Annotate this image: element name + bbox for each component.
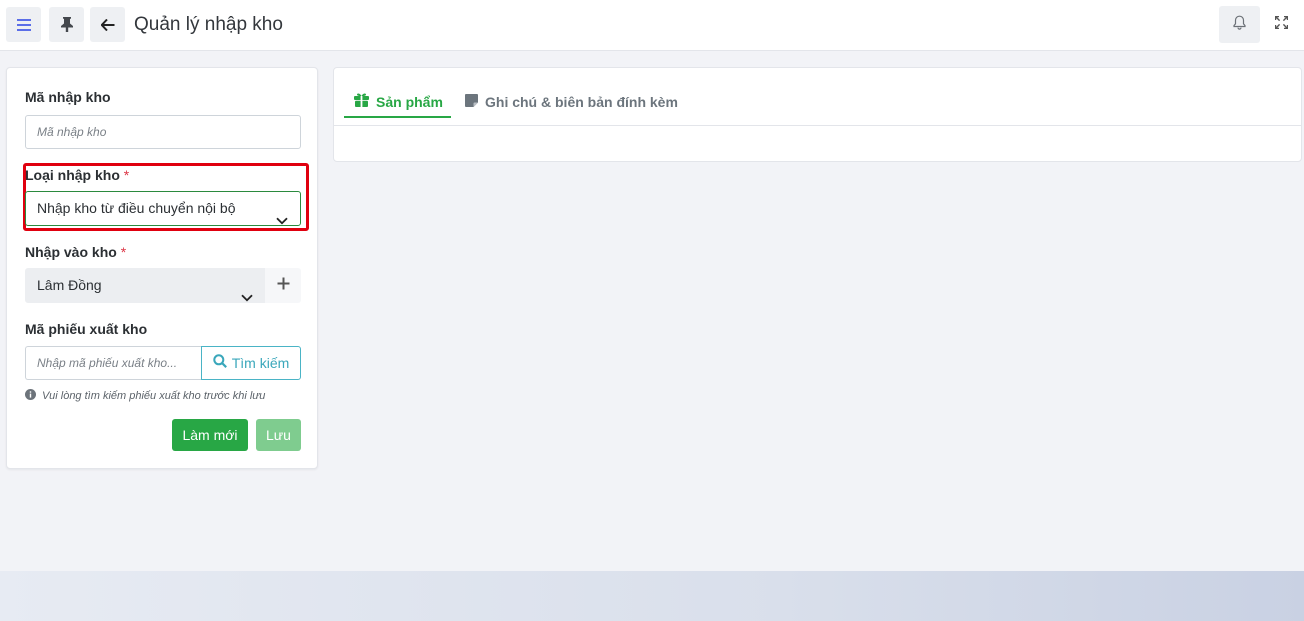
note-icon (465, 93, 478, 110)
type-label: Loại nhập kho * (25, 167, 129, 183)
bell-icon (1233, 15, 1246, 35)
type-label-text: Loại nhập kho (25, 167, 120, 183)
plus-icon (277, 277, 290, 295)
top-bar: Quản lý nhập kho (0, 0, 1304, 51)
search-button-label: Tìm kiếm (231, 355, 290, 371)
hint-label: Vui lòng tìm kiếm phiếu xuất kho trước k… (42, 390, 266, 402)
reset-button[interactable]: Làm mới (172, 419, 248, 451)
footer-band (0, 571, 1304, 621)
required-mark: * (120, 244, 127, 260)
save-button[interactable]: Lưu (256, 419, 301, 451)
tabs-divider (334, 125, 1301, 126)
menu-icon (16, 18, 31, 31)
warehouse-label-text: Nhập vào kho (25, 244, 117, 260)
tabs-card: Sản phẩm Ghi chú & biên bản đính kèm (333, 67, 1302, 162)
warehouse-select[interactable]: Lâm Đồng (25, 268, 266, 303)
export-code-label: Mã phiếu xuất kho (25, 321, 148, 337)
required-mark: * (123, 167, 130, 183)
type-select[interactable]: Nhập kho từ điều chuyển nội bộ (25, 191, 301, 226)
active-tab-indicator (344, 116, 451, 118)
chevron-down-icon (241, 281, 253, 313)
back-button[interactable] (90, 7, 125, 42)
code-label: Mã nhập kho (25, 89, 111, 105)
page-title: Quản lý nhập kho (134, 14, 283, 35)
tab-notes-label: Ghi chú & biên bản đính kèm (485, 93, 678, 110)
chevron-down-icon (276, 204, 288, 236)
export-code-input[interactable]: Nhập mã phiếu xuất kho... (25, 346, 202, 380)
expand-icon (1274, 15, 1288, 34)
type-select-value: Nhập kho từ điều chuyển nội bộ (37, 200, 236, 216)
info-icon (25, 389, 36, 403)
box-icon (354, 93, 369, 110)
search-icon (213, 347, 227, 379)
search-button[interactable]: Tìm kiếm (201, 346, 301, 380)
warehouse-select-value: Lâm Đồng (37, 277, 102, 293)
pin-icon (60, 17, 73, 32)
form-card: Mã nhập kho Mã nhập kho Loại nhập kho * … (6, 67, 318, 469)
arrow-left-icon (100, 18, 115, 31)
tab-notes[interactable]: Ghi chú & biên bản đính kèm (465, 85, 678, 118)
code-input[interactable]: Mã nhập kho (25, 115, 301, 149)
tab-products-label: Sản phẩm (376, 93, 443, 110)
add-warehouse-button[interactable] (265, 268, 301, 303)
fullscreen-button[interactable] (1268, 12, 1294, 38)
notification-button[interactable] (1219, 6, 1260, 43)
pin-button[interactable] (49, 7, 84, 42)
warehouse-label: Nhập vào kho * (25, 244, 126, 260)
hint-text: Vui lòng tìm kiếm phiếu xuất kho trước k… (25, 389, 265, 403)
menu-button[interactable] (6, 7, 41, 42)
tab-products[interactable]: Sản phẩm (344, 85, 451, 118)
